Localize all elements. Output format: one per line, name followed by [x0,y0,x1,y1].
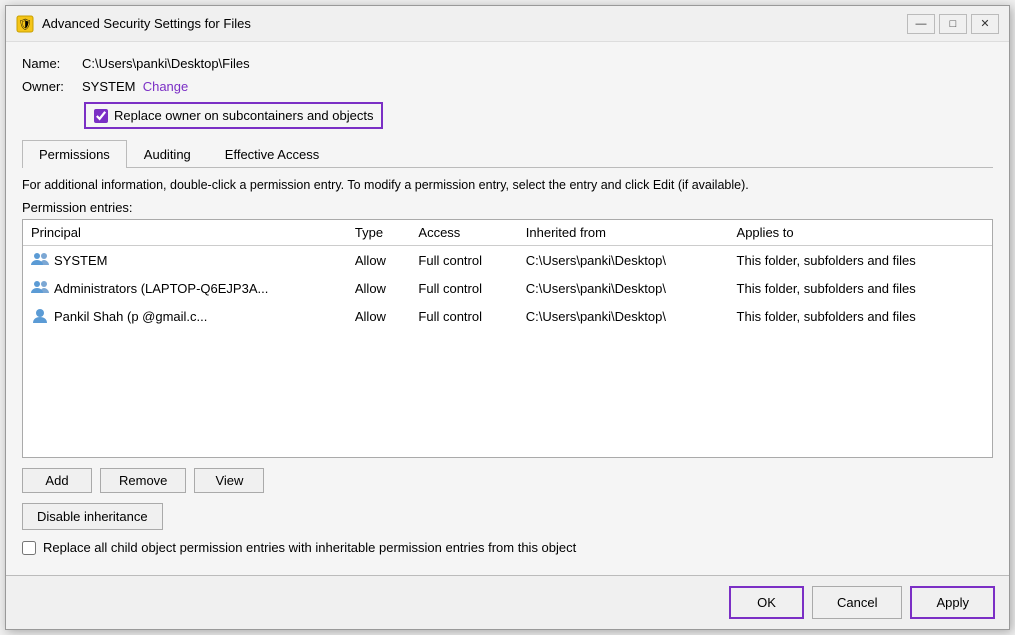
cell-access: Full control [410,274,517,302]
cell-principal: Pankil Shah (p @gmail.c... [23,302,347,330]
principal-name: SYSTEM [54,253,107,268]
cell-applies-to: This folder, subfolders and files [729,274,992,302]
user-icon [31,307,49,325]
change-link[interactable]: Change [143,79,189,94]
permission-table: Principal Type Access Inherited from App… [22,219,993,458]
principal-name: Pankil Shah (p @gmail.c... [54,309,207,324]
admin-icon [31,279,49,297]
tab-auditing[interactable]: Auditing [127,140,208,168]
replace-child-label: Replace all child object permission entr… [43,540,576,555]
remove-button[interactable]: Remove [100,468,186,493]
name-row: Name: C:\Users\panki\Desktop\Files [22,56,993,71]
table-row[interactable]: Pankil Shah (p @gmail.c... AllowFull cont… [23,302,992,330]
dialog-content: Name: C:\Users\panki\Desktop\Files Owner… [6,42,1009,575]
cell-principal: Administrators (LAPTOP-Q6EJP3A... [23,274,347,302]
owner-value: SYSTEM Change [82,79,188,94]
cell-access: Full control [410,302,517,330]
minimize-button[interactable]: — [907,14,935,34]
owner-label: Owner: [22,79,82,94]
replace-owner-checkbox[interactable] [94,109,108,123]
cell-inherited-from: C:\Users\panki\Desktop\ [518,302,729,330]
name-value: C:\Users\panki\Desktop\Files [82,56,250,71]
principal-name: Administrators (LAPTOP-Q6EJP3A... [54,281,268,296]
system-icon [31,251,49,269]
col-inherited: Inherited from [518,220,729,246]
col-principal: Principal [23,220,347,246]
ok-button[interactable]: OK [729,586,804,619]
svg-text:🛡: 🛡 [18,18,32,31]
main-window: 🛡 Advanced Security Settings for Files —… [5,5,1010,630]
replace-owner-checkbox-container[interactable]: Replace owner on subcontainers and objec… [84,102,383,129]
cell-applies-to: This folder, subfolders and files [729,302,992,330]
window-controls: — □ ✕ [907,14,999,34]
replace-owner-row: Replace owner on subcontainers and objec… [22,102,993,129]
cell-type: Allow [347,274,411,302]
window-icon: 🛡 [16,15,34,33]
tab-effective-access[interactable]: Effective Access [208,140,336,168]
owner-name: SYSTEM [82,79,135,94]
tab-permissions[interactable]: Permissions [22,140,127,168]
info-text: For additional information, double-click… [22,178,993,192]
replace-owner-label: Replace owner on subcontainers and objec… [114,108,373,123]
view-button[interactable]: View [194,468,264,493]
cancel-button[interactable]: Cancel [812,586,902,619]
maximize-button[interactable]: □ [939,14,967,34]
action-buttons-row: Add Remove View [22,468,993,493]
footer: OK Cancel Apply [6,575,1009,629]
disable-inheritance-button[interactable]: Disable inheritance [22,503,163,530]
cell-inherited-from: C:\Users\panki\Desktop\ [518,246,729,275]
perm-entries-label: Permission entries: [22,200,993,215]
apply-button[interactable]: Apply [910,586,995,619]
cell-principal: SYSTEM [23,246,347,275]
replace-child-row: Replace all child object permission entr… [22,540,993,555]
cell-access: Full control [410,246,517,275]
cell-type: Allow [347,302,411,330]
tab-bar: Permissions Auditing Effective Access [22,139,993,168]
col-applies: Applies to [729,220,992,246]
col-access: Access [410,220,517,246]
name-label: Name: [22,56,82,71]
owner-row: Owner: SYSTEM Change [22,79,993,94]
add-button[interactable]: Add [22,468,92,493]
cell-applies-to: This folder, subfolders and files [729,246,992,275]
cell-inherited-from: C:\Users\panki\Desktop\ [518,274,729,302]
cell-type: Allow [347,246,411,275]
title-bar: 🛡 Advanced Security Settings for Files —… [6,6,1009,42]
window-title: Advanced Security Settings for Files [42,16,907,31]
replace-child-checkbox[interactable] [22,541,36,555]
close-button[interactable]: ✕ [971,14,999,34]
table-header-row: Principal Type Access Inherited from App… [23,220,992,246]
table-row[interactable]: Administrators (LAPTOP-Q6EJP3A... AllowFu… [23,274,992,302]
col-type: Type [347,220,411,246]
table-row[interactable]: SYSTEM AllowFull controlC:\Users\panki\De… [23,246,992,275]
